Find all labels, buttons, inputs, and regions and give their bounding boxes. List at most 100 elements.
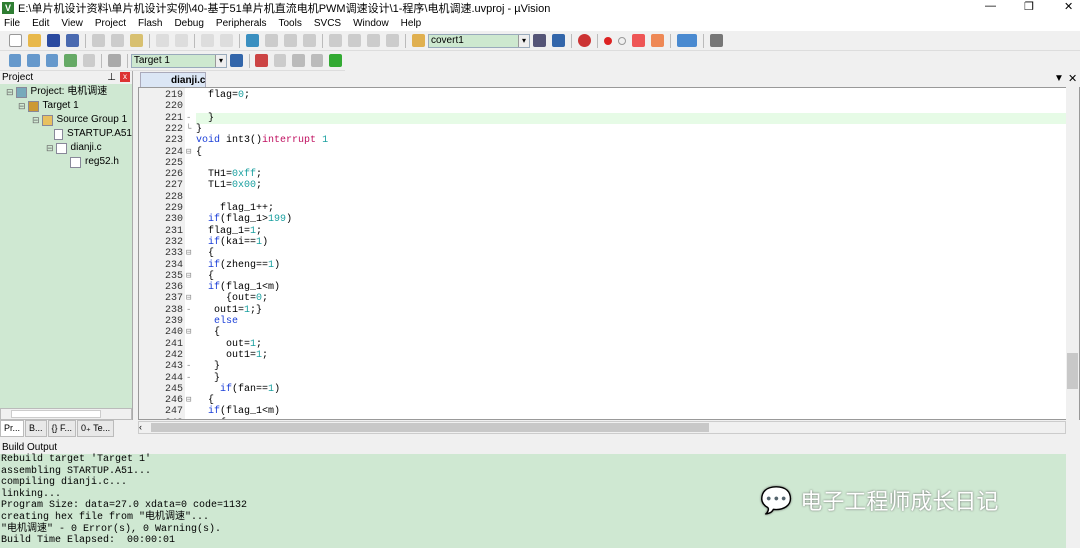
code-line: if(flag_1<m) xyxy=(208,282,281,294)
window-layout-icon[interactable] xyxy=(677,34,697,47)
manage-rte-icon[interactable] xyxy=(273,54,287,67)
build-icon[interactable] xyxy=(27,54,40,67)
save-icon[interactable] xyxy=(47,34,60,47)
incremental-find-icon[interactable] xyxy=(552,34,565,47)
batch-build-icon[interactable] xyxy=(64,54,77,67)
tree-file-reg52[interactable]: reg52.h xyxy=(0,155,132,169)
close-tab-icon[interactable]: ✕ xyxy=(1068,72,1077,85)
rebuild-icon[interactable] xyxy=(45,54,59,67)
kill-breakpoints-icon[interactable] xyxy=(651,34,664,47)
find-in-files-icon[interactable] xyxy=(412,34,425,47)
open-icon[interactable] xyxy=(28,34,41,47)
collapse-icon[interactable]: ⊟ xyxy=(32,113,40,127)
project-hscrollbar[interactable] xyxy=(0,408,132,420)
pin-icon[interactable]: ⊥ xyxy=(107,71,116,84)
copy-icon[interactable] xyxy=(111,34,124,47)
tree-target[interactable]: ⊟ Target 1 xyxy=(0,99,132,113)
collapse-icon[interactable]: ⊟ xyxy=(46,141,54,155)
line-number: 223 xyxy=(164,135,183,147)
tab-dianji-c[interactable]: dianji.c xyxy=(140,72,206,88)
forward-icon[interactable] xyxy=(220,34,233,47)
clear-bookmarks-icon[interactable] xyxy=(303,34,316,47)
collapse-icon[interactable]: ⊟ xyxy=(6,85,14,99)
cut-icon[interactable] xyxy=(92,34,105,47)
target-combo-value: Target 1 xyxy=(133,54,170,66)
editor-hscrollbar[interactable]: ‹ xyxy=(138,421,1066,434)
tree-file-dianji[interactable]: ⊟ dianji.c xyxy=(0,141,132,155)
code-editor[interactable]: 219 220 221 222 223 224 225 226 227 228 229 230 231 2… xyxy=(138,87,1080,420)
code-line: } xyxy=(196,372,221,384)
fold-toggle-icon[interactable]: ⊟ xyxy=(186,418,195,419)
project-tab-1[interactable]: B... xyxy=(25,420,47,437)
build-output-vscrollbar[interactable] xyxy=(1066,454,1080,548)
project-tab-2[interactable]: {} F... xyxy=(47,420,77,437)
maximize-button[interactable]: ❐ xyxy=(1024,0,1034,13)
menu-peripherals[interactable]: Peripherals xyxy=(216,18,267,29)
close-panel-icon[interactable]: x xyxy=(120,72,130,82)
project-tab-3[interactable]: 0₊ Te... xyxy=(77,420,115,437)
new-file-icon[interactable] xyxy=(9,34,22,47)
minimize-button[interactable]: — xyxy=(985,0,996,12)
toolbar-file: covert1 ▾ xyxy=(0,31,1080,51)
close-button[interactable]: ✕ xyxy=(1064,0,1073,13)
chevron-down-icon[interactable]: ▾ xyxy=(215,54,227,67)
chevron-down-icon[interactable]: ▾ xyxy=(518,34,529,47)
translate-icon[interactable] xyxy=(9,54,22,67)
select-pack-icon[interactable] xyxy=(292,54,305,67)
tree-project[interactable]: ⊟ Project: 电机调速 xyxy=(0,85,132,99)
fold-toggle-icon[interactable]: ⊟ xyxy=(186,293,195,303)
next-bookmark-icon[interactable] xyxy=(284,34,297,47)
redo-icon[interactable] xyxy=(175,34,188,47)
undo-icon[interactable] xyxy=(156,34,169,47)
target-options-icon[interactable] xyxy=(230,54,243,67)
menu-window[interactable]: Window xyxy=(353,18,389,29)
tree-file-startup[interactable]: STARTUP.A51 xyxy=(0,127,132,141)
target-combo[interactable]: Target 1 ▾ xyxy=(130,53,228,68)
menu-project[interactable]: Project xyxy=(95,18,126,29)
tab-list-chevron-icon[interactable]: ▼ xyxy=(1054,73,1064,84)
editor-vscrollbar[interactable] xyxy=(1066,87,1079,420)
line-number: 247 xyxy=(164,406,183,418)
file-icon xyxy=(55,142,67,154)
menu-view[interactable]: View xyxy=(61,18,83,29)
menu-help[interactable]: Help xyxy=(401,18,422,29)
menu-edit[interactable]: Edit xyxy=(32,18,49,29)
menu-debug[interactable]: Debug xyxy=(174,18,203,29)
fold-toggle-icon[interactable]: ⊟ xyxy=(186,395,195,405)
fold-toggle-icon[interactable]: ⊟ xyxy=(186,147,195,157)
fold-toggle-icon[interactable]: ⊟ xyxy=(186,248,195,258)
comment-icon[interactable] xyxy=(367,34,380,47)
prev-bookmark-icon[interactable] xyxy=(265,34,278,47)
download-icon[interactable] xyxy=(108,54,121,67)
tree-source-group[interactable]: ⊟ Source Group 1 xyxy=(0,113,132,127)
line-number: 236 xyxy=(164,282,183,294)
menu-svcs[interactable]: SVCS xyxy=(314,18,341,29)
menu-tools[interactable]: Tools xyxy=(279,18,302,29)
manage-components-icon[interactable] xyxy=(255,54,268,67)
paste-icon[interactable] xyxy=(130,34,143,47)
find-icon[interactable] xyxy=(533,34,546,47)
menu-flash[interactable]: Flash xyxy=(138,18,162,29)
breakpoint-icon[interactable] xyxy=(604,36,612,45)
clear-breakpoints-icon[interactable] xyxy=(632,34,645,47)
find-combo[interactable]: covert1 ▾ xyxy=(428,33,530,48)
project-panel-title: Project xyxy=(2,72,34,83)
fold-toggle-icon[interactable]: ⊟ xyxy=(186,271,195,281)
disable-breakpoint-icon[interactable] xyxy=(618,36,626,45)
pack-installer-icon[interactable] xyxy=(310,54,324,67)
stop-build-icon[interactable] xyxy=(82,54,96,67)
configure-icon[interactable] xyxy=(710,34,723,47)
menu-file[interactable]: File xyxy=(4,18,20,29)
collapse-icon[interactable]: ⊟ xyxy=(18,99,26,113)
save-all-icon[interactable] xyxy=(66,34,79,47)
multi-project-icon[interactable] xyxy=(329,54,342,67)
back-icon[interactable] xyxy=(201,34,214,47)
code-line: flag_1=1; xyxy=(196,225,263,237)
unindent-icon[interactable] xyxy=(348,34,361,47)
fold-toggle-icon[interactable]: ⊟ xyxy=(186,327,195,337)
debug-session-icon[interactable] xyxy=(578,34,591,47)
project-tab-0[interactable]: Pr... xyxy=(0,420,25,437)
indent-icon[interactable] xyxy=(329,34,342,47)
uncomment-icon[interactable] xyxy=(386,34,399,47)
bookmark-icon[interactable] xyxy=(246,34,259,47)
